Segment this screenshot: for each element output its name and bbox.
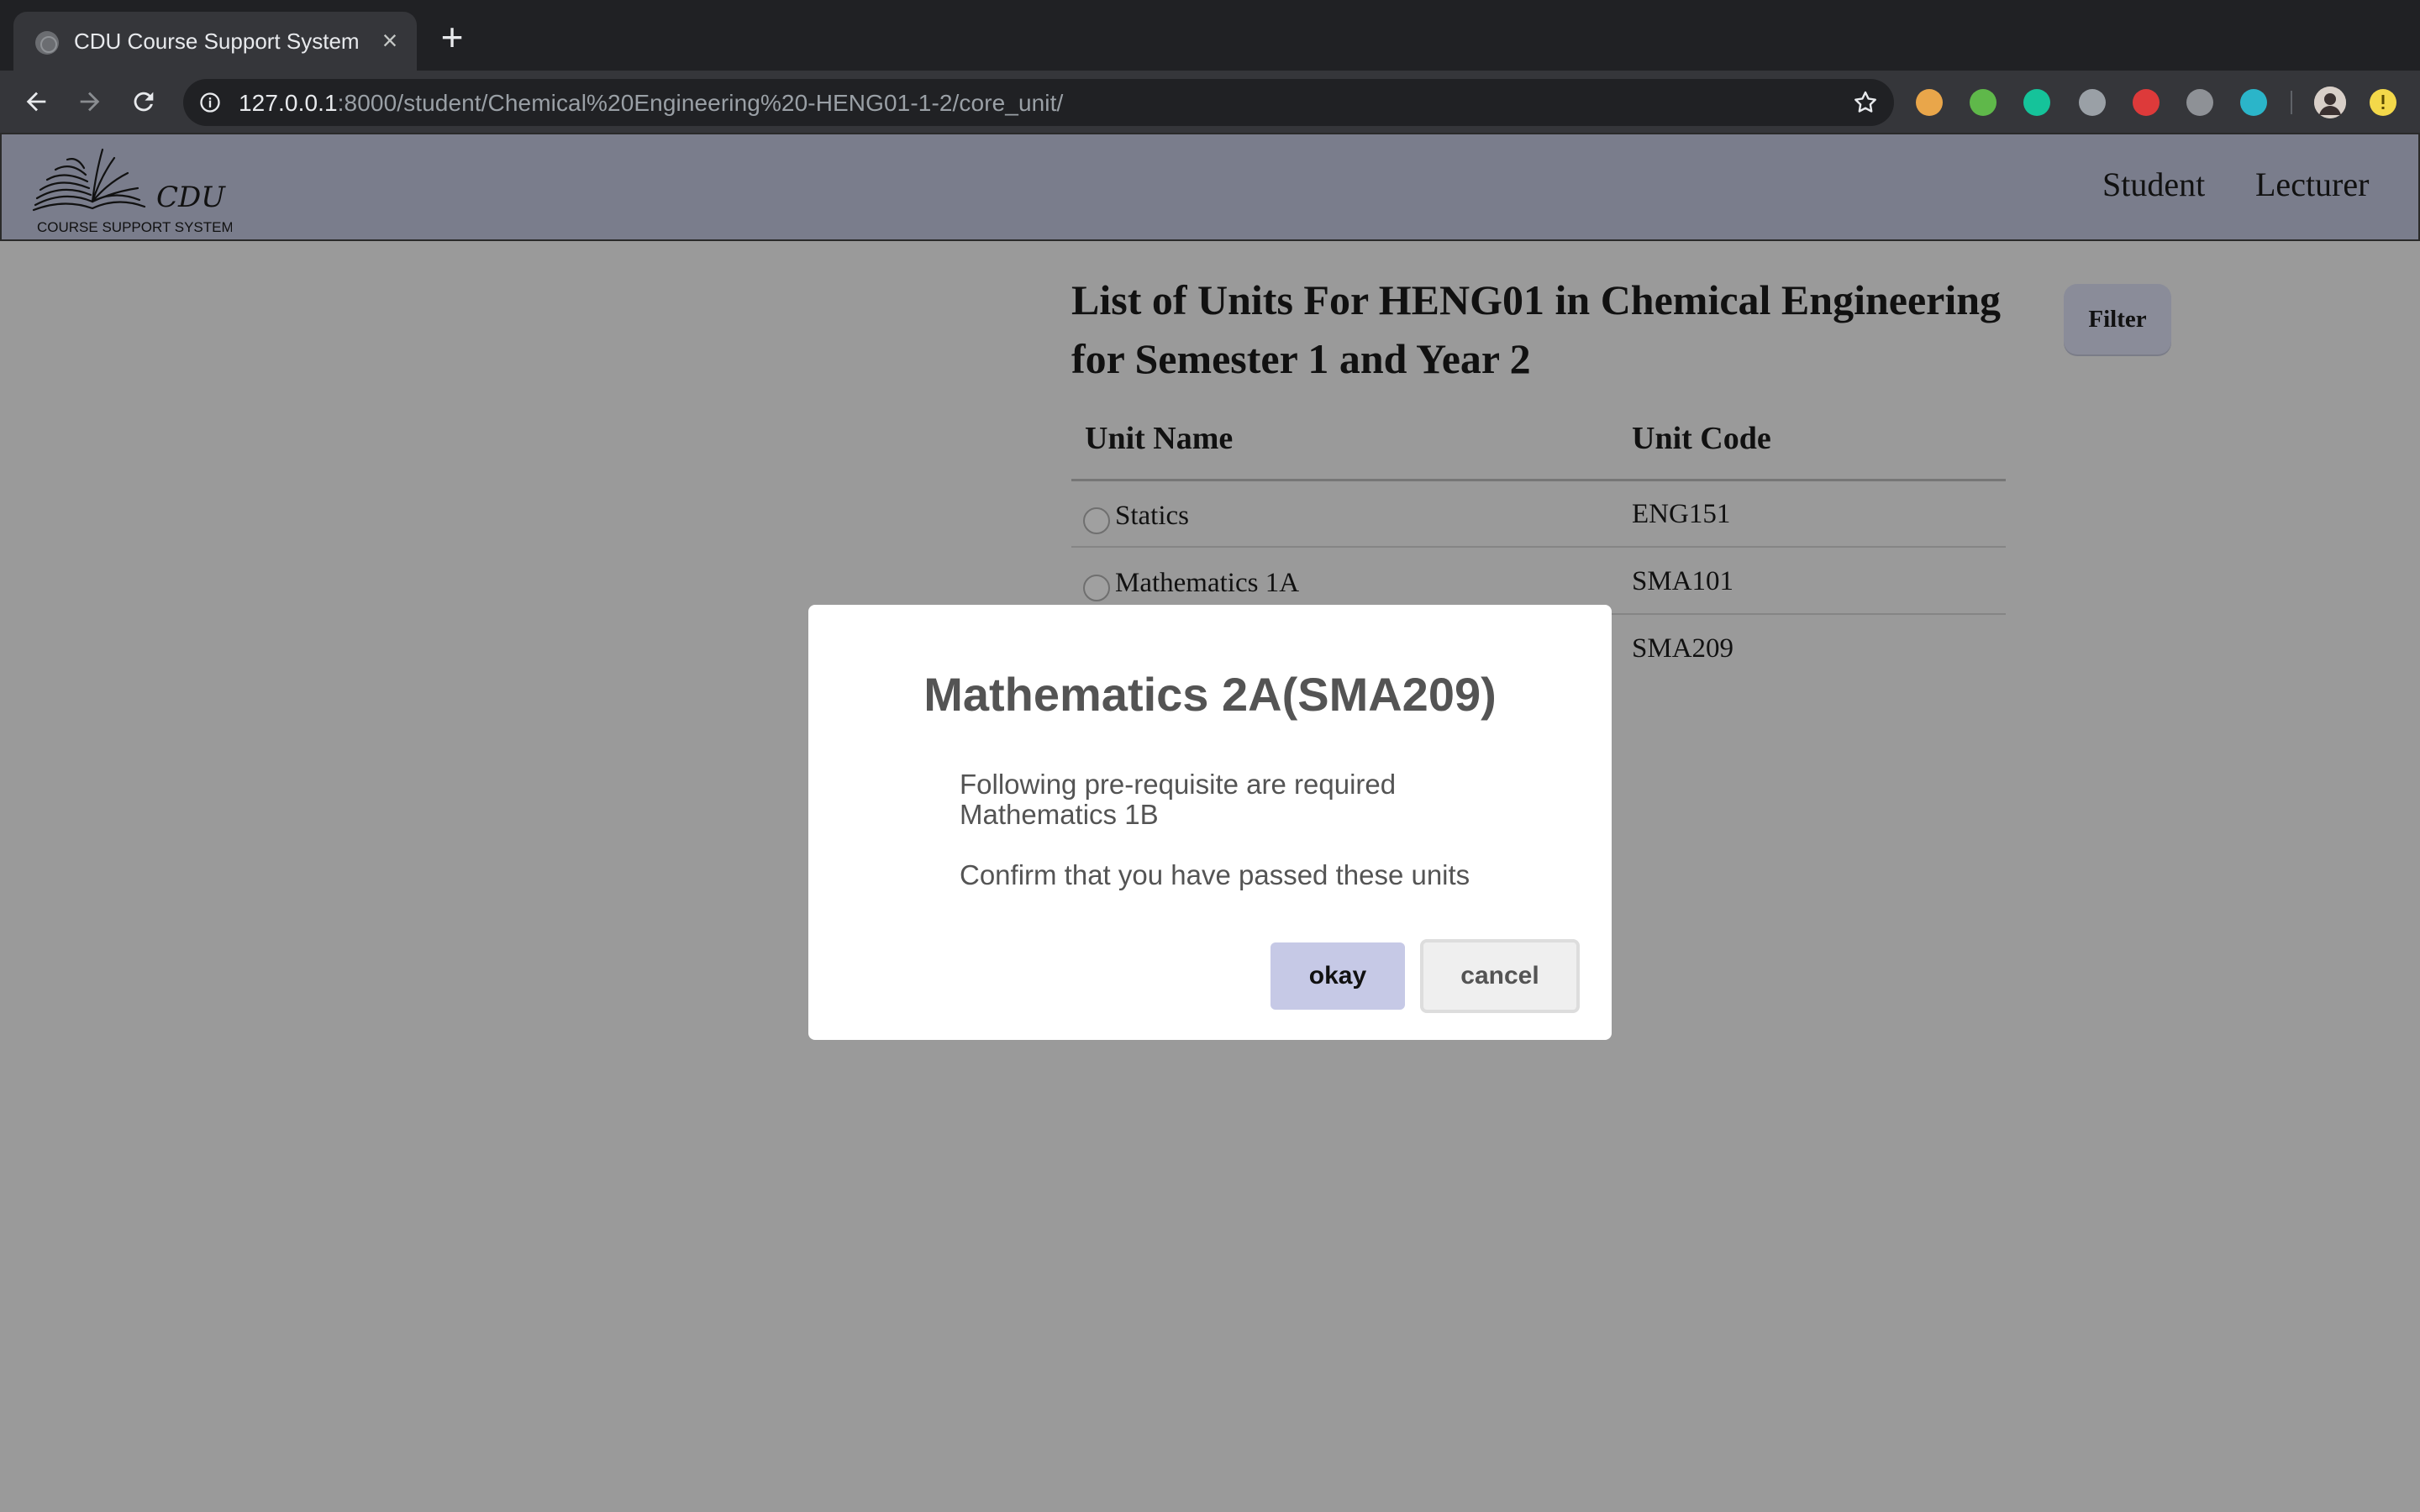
okay-button[interactable]: okay (1270, 942, 1405, 1010)
nav-lecturer[interactable]: Lecturer (2255, 165, 2369, 204)
cookie-extension-icon[interactable] (1916, 89, 1943, 116)
profile-avatar[interactable] (2314, 87, 2346, 118)
page-title: List of Units For HENG01 in Chemical Eng… (1071, 276, 2002, 382)
url-path: :8000/student/Chemical%20Engineering%20-… (337, 90, 1064, 116)
dialog-title: Mathematics 2A(SMA209) (923, 668, 1497, 721)
unit-code: SMA101 (1632, 566, 1734, 596)
logo-subtext: COURSE SUPPORT SYSTEM (37, 219, 232, 235)
unit-name: Statics (1115, 501, 1189, 531)
m-extension-icon[interactable] (2240, 89, 2267, 116)
prerequisite-dialog: Mathematics 2A(SMA209) Following pre-req… (808, 605, 1612, 1040)
header-unit-name: Unit Name (1085, 421, 1234, 456)
angular-extension-icon[interactable] (2133, 89, 2160, 116)
unit-radio[interactable] (1083, 507, 1110, 534)
reload-icon[interactable] (124, 82, 163, 121)
forward-icon[interactable] (71, 82, 109, 121)
checkmark-extension-icon[interactable] (1970, 89, 1996, 116)
nav-student[interactable]: Student (2102, 165, 2205, 204)
back-icon[interactable] (17, 82, 55, 121)
tab-title: CDU Course Support System (74, 29, 360, 54)
url-text: 127.0.0.1:8000/student/Chemical%20Engine… (239, 90, 1063, 117)
cancel-button[interactable]: cancel (1420, 939, 1580, 1013)
update-alert-icon[interactable] (2370, 89, 2396, 116)
browser-tab[interactable]: CDU Course Support System × (13, 12, 417, 71)
close-tab-icon[interactable]: × (375, 25, 405, 55)
filter-button[interactable]: Filter (2064, 284, 2171, 354)
dialog-confirm-text: Confirm that you have passed these units (960, 859, 1470, 890)
info-icon[interactable] (198, 91, 222, 114)
unit-name: Mathematics 1A (1115, 568, 1300, 598)
dialog-prerequisite-text: Following pre-requisite are required (960, 769, 1397, 800)
unit-radio[interactable] (1083, 575, 1110, 601)
address-bar[interactable]: 127.0.0.1:8000/student/Chemical%20Engine… (183, 79, 1894, 126)
skype-extension-icon[interactable] (2186, 89, 2213, 116)
bookmark-star-icon[interactable] (1852, 89, 1879, 116)
logo-text: CDU (156, 181, 226, 214)
grammarly-extension-icon[interactable] (2023, 89, 2050, 116)
globe-icon (35, 31, 59, 55)
browser-tab-bar: CDU Course Support System × + (0, 0, 2420, 71)
unit-code: SMA209 (1632, 633, 1734, 664)
header-unit-code: Unit Code (1632, 421, 1771, 456)
toolbar-separator (2291, 91, 2292, 114)
browser-toolbar: 127.0.0.1:8000/student/Chemical%20Engine… (0, 71, 2420, 133)
unit-code: ENG151 (1632, 499, 1731, 529)
new-tab-icon[interactable]: + (435, 18, 469, 56)
table-row[interactable]: Statics ENG151 (1071, 480, 2006, 548)
dialog-prerequisite-unit: Mathematics 1B (960, 799, 1159, 830)
cdu-logo[interactable]: CDU COURSE SUPPORT SYSTEM (30, 139, 234, 235)
site-header: CDU COURSE SUPPORT SYSTEM Student Lectur… (0, 133, 2420, 241)
toolbar-extension-icon[interactable] (2079, 89, 2106, 116)
url-host: 127.0.0.1 (239, 90, 338, 116)
